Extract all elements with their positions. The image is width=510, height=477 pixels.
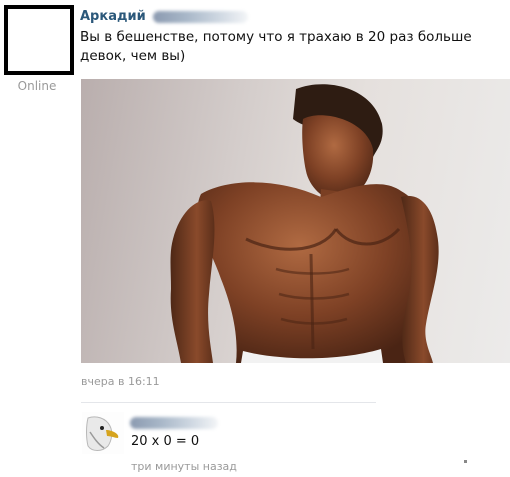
post-text: Вы в бешенстве, потому что я трахаю в 20…: [80, 29, 472, 64]
online-status: Online: [17, 79, 57, 93]
censored-surname-blur: [152, 10, 248, 23]
author-avatar[interactable]: [4, 5, 74, 75]
post-timestamp-link[interactable]: вчера в 16:11: [81, 375, 160, 388]
author-name-link[interactable]: Аркадий: [80, 9, 146, 24]
reply-timestamp-link[interactable]: три минуты назад: [131, 460, 237, 473]
censored-reply-name-blur: [130, 416, 218, 429]
comments-divider: [81, 402, 376, 403]
stray-mark: [464, 460, 467, 463]
post-header: Аркадий: [80, 6, 248, 24]
post-photo[interactable]: [81, 79, 510, 363]
muscular-man-image: [170, 84, 439, 363]
reply-avatar[interactable]: [82, 412, 124, 454]
reply-author-name: [130, 412, 218, 431]
bird-avatar-icon: [86, 416, 119, 451]
reply-text: 20 x 0 = 0: [131, 434, 200, 449]
